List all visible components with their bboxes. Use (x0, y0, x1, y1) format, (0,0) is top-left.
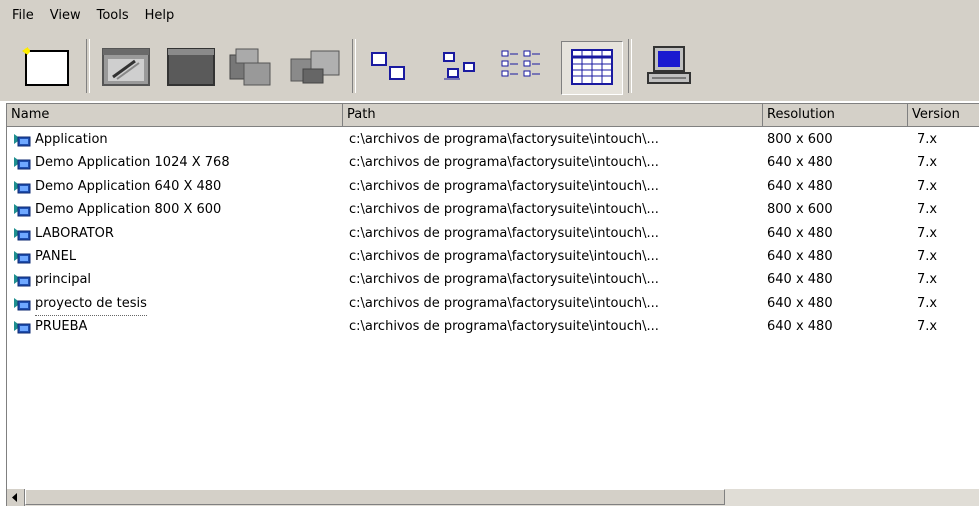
small-icons-icon (443, 52, 475, 80)
node-properties-button[interactable] (640, 41, 700, 93)
network-develop-icon (229, 48, 271, 86)
column-header-resolution[interactable]: Resolution (763, 104, 908, 126)
intouch-application-icon (14, 180, 31, 194)
toolbar-separator (628, 39, 632, 93)
intouch-application-icon (14, 204, 31, 217)
list-view-button[interactable] (494, 41, 554, 93)
cell-name: Demo Application 640 X 480 (35, 178, 222, 194)
table-row[interactable]: Demo Application 1024 X 768 c:\archivos … (7, 151, 979, 174)
cell-resolution: 640 x 480 (767, 178, 833, 194)
table-row[interactable]: LABORATOR c:\archivos de programa\factor… (7, 222, 979, 245)
small-icons-button[interactable] (430, 41, 490, 93)
menu-view[interactable]: View (42, 0, 89, 31)
menu-tools[interactable]: Tools (89, 0, 137, 31)
cell-version: 7.x (917, 178, 938, 194)
new-application-button[interactable] (16, 41, 76, 93)
table-row[interactable]: PRUEBA c:\archivos de programa\factorysu… (7, 315, 979, 338)
cell-name: LABORATOR (35, 225, 114, 241)
cell-path: c:\archivos de programa\factorysuite\int… (349, 248, 659, 264)
cell-version: 7.x (917, 248, 938, 264)
intouch-application-icon (14, 157, 31, 170)
details-view-button[interactable] (561, 41, 623, 95)
cell-version: 7.x (917, 225, 938, 241)
details-view-icon (571, 49, 613, 85)
cell-resolution: 640 x 480 (767, 225, 833, 241)
cell-resolution: 640 x 480 (767, 272, 833, 288)
horizontal-scrollbar[interactable] (7, 489, 979, 506)
large-icons-button[interactable] (362, 41, 422, 93)
menu-help[interactable]: Help (137, 0, 183, 31)
menu-bar: File View Tools Help (0, 0, 979, 31)
scroll-thumb[interactable] (25, 489, 725, 505)
large-icons-icon (371, 52, 405, 80)
intouch-application-icon (14, 274, 31, 287)
intouch-application-icon (14, 297, 31, 311)
cell-version: 7.x (917, 319, 938, 335)
cell-path: c:\archivos de programa\factorysuite\int… (349, 319, 659, 335)
edit-application-button[interactable] (95, 41, 155, 93)
intouch-application-icon (14, 321, 31, 334)
cell-version: 7.x (917, 295, 938, 311)
cell-version: 7.x (917, 155, 938, 171)
cell-version: 7.x (917, 272, 938, 288)
column-header-version[interactable]: Version (908, 104, 979, 126)
view-network-button[interactable] (285, 41, 345, 93)
cell-resolution: 640 x 480 (767, 155, 833, 171)
develop-network-button[interactable] (222, 41, 282, 93)
cell-name: Application (35, 132, 108, 147)
new-document-icon (22, 47, 69, 86)
toolbar (0, 31, 979, 101)
window-edit-icon (102, 48, 150, 86)
cell-name: Demo Application 800 X 600 (35, 202, 222, 218)
cell-name: Demo Application 1024 X 768 (35, 155, 230, 171)
table-row[interactable]: Demo Application 800 X 600 c:\archivos d… (7, 198, 979, 221)
application-list[interactable]: Name Path Resolution Version Application… (6, 103, 979, 506)
window-runtime-icon (167, 48, 215, 86)
cell-path: c:\archivos de programa\factorysuite\int… (349, 295, 659, 311)
cell-resolution: 640 x 480 (767, 319, 833, 335)
arrow-left-icon (12, 493, 17, 502)
view-application-button[interactable] (160, 41, 220, 93)
cell-name: PRUEBA (35, 319, 88, 335)
cell-resolution: 640 x 480 (767, 248, 833, 264)
intouch-application-icon (14, 250, 31, 264)
cell-version: 7.x (917, 132, 938, 147)
column-header-name[interactable]: Name (7, 104, 343, 126)
menu-file[interactable]: File (0, 0, 42, 31)
cell-version: 7.x (917, 202, 938, 218)
cell-name: principal (35, 272, 92, 288)
intouch-application-icon (14, 227, 31, 241)
table-row[interactable]: proyecto de tesis c:\archivos de program… (7, 292, 979, 316)
list-view-icon (501, 50, 540, 77)
table-row[interactable]: PANEL c:\archivos de programa\factorysui… (7, 245, 979, 268)
cell-resolution: 800 x 600 (767, 132, 833, 147)
scroll-left-button[interactable] (7, 489, 25, 506)
toolbar-separator (352, 39, 356, 93)
cell-resolution: 800 x 600 (767, 202, 833, 218)
cell-path: c:\archivos de programa\factorysuite\int… (349, 272, 659, 288)
column-header-path[interactable]: Path (343, 104, 763, 126)
cell-path: c:\archivos de programa\factorysuite\int… (349, 155, 659, 171)
computer-icon (647, 46, 691, 84)
list-header: Name Path Resolution Version (7, 104, 979, 127)
table-row[interactable]: Application c:\archivos de programa\fact… (7, 128, 979, 151)
cell-path: c:\archivos de programa\factorysuite\int… (349, 225, 659, 241)
cell-name: PANEL (35, 248, 77, 264)
cell-name: proyecto de tesis (35, 292, 147, 316)
cell-path: c:\archivos de programa\factorysuite\int… (349, 178, 659, 194)
cell-resolution: 640 x 480 (767, 295, 833, 311)
network-view-icon (290, 50, 340, 84)
intouch-application-icon (14, 134, 31, 147)
cell-path: c:\archivos de programa\factorysuite\int… (349, 202, 659, 218)
toolbar-separator (86, 39, 90, 93)
table-row[interactable]: principal c:\archivos de programa\factor… (7, 268, 979, 291)
cell-path: c:\archivos de programa\factorysuite\int… (349, 132, 659, 147)
table-row[interactable]: Demo Application 640 X 480 c:\archivos d… (7, 175, 979, 198)
list-rows: Application c:\archivos de programa\fact… (7, 128, 979, 339)
